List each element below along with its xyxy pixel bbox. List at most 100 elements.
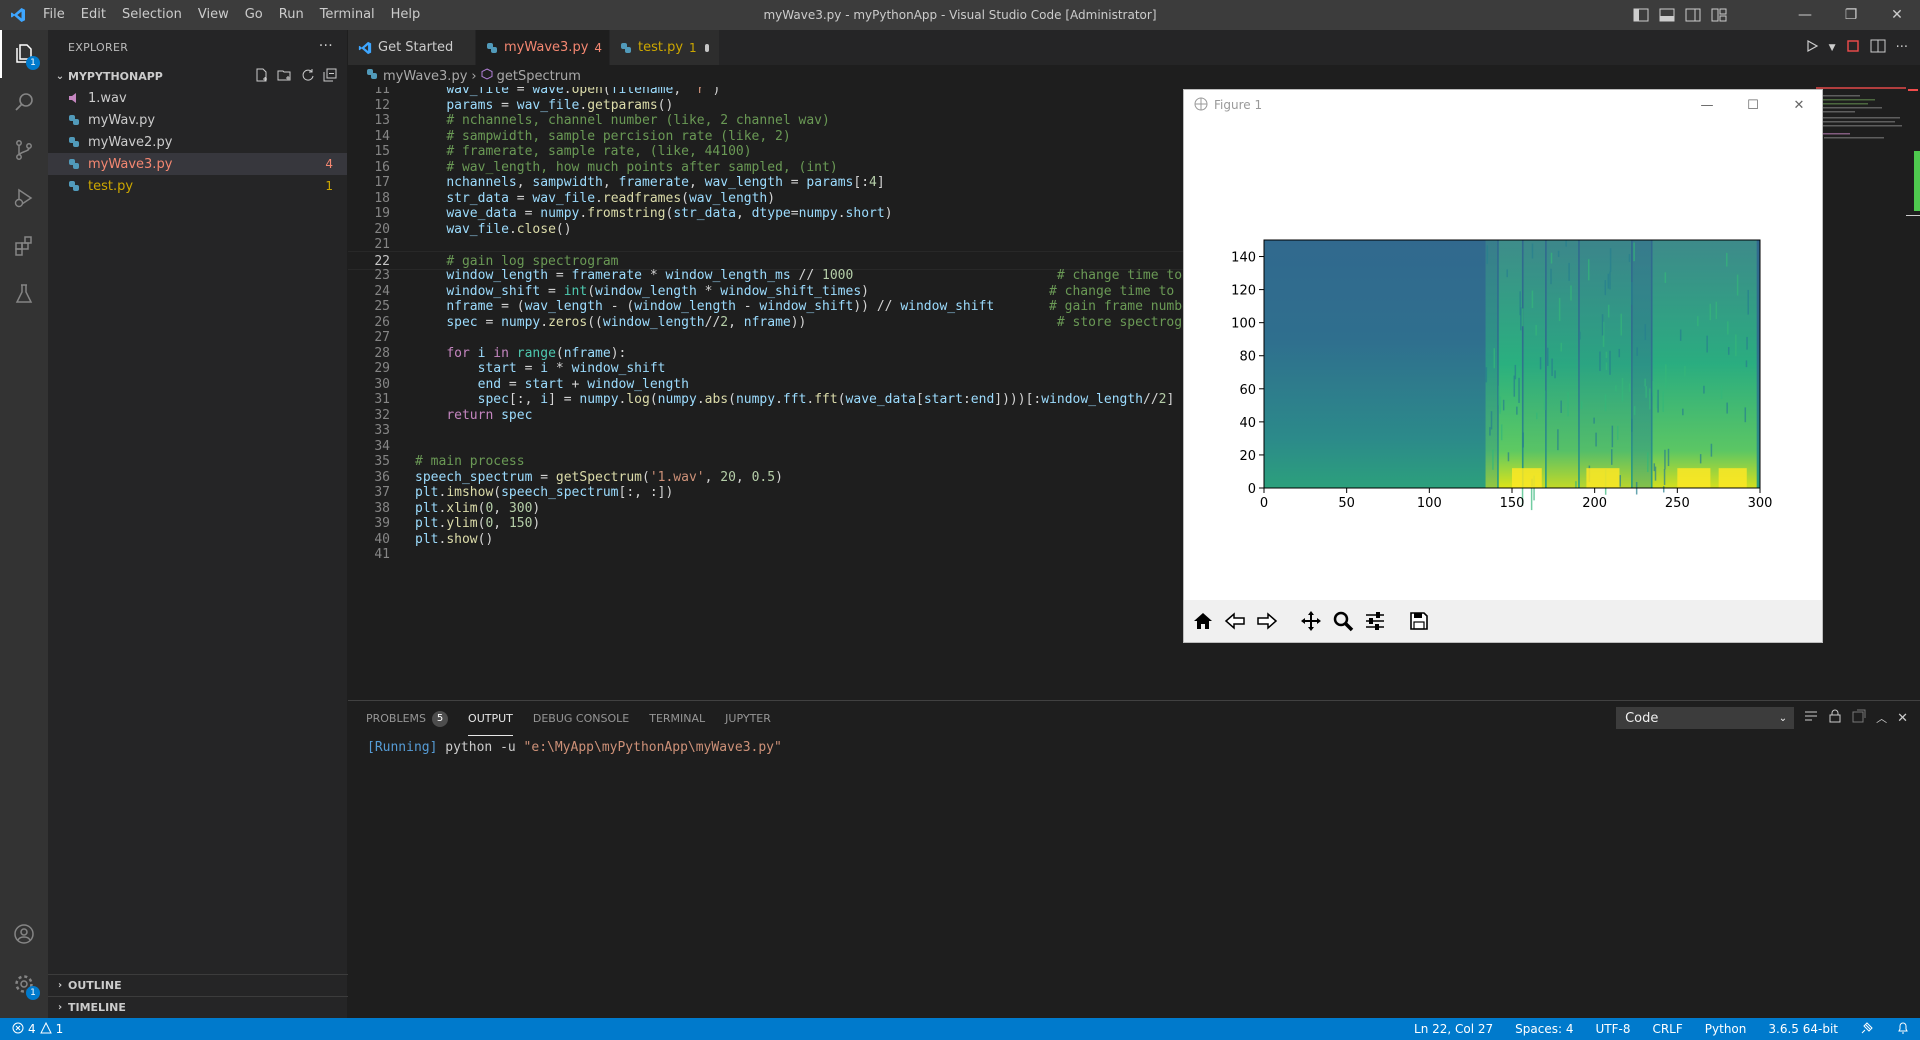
breadcrumb-file[interactable]: myWave3.py: [383, 69, 467, 84]
figure-minimize-icon[interactable]: —: [1684, 90, 1730, 120]
new-file-icon[interactable]: [255, 68, 269, 85]
file-item-mywav[interactable]: myWav.py: [48, 109, 347, 131]
output-channel-select[interactable]: Code ⌄: [1616, 707, 1795, 729]
file-item-1wav[interactable]: 1.wav: [48, 87, 347, 109]
heatmap-energy-peak: [1677, 468, 1711, 488]
run-debug-icon[interactable]: [0, 174, 48, 222]
y-tick-label: 120: [1231, 284, 1256, 299]
menu-file[interactable]: File: [35, 0, 73, 30]
status-right: Ln 22, Col 27 Spaces: 4 UTF-8 CRLF Pytho…: [1414, 1018, 1910, 1040]
file-item-mywave3[interactable]: myWave3.py 4: [48, 153, 347, 175]
tab-terminal[interactable]: TERMINAL: [649, 701, 705, 736]
restore-icon[interactable]: ❐: [1828, 0, 1874, 30]
accounts-icon[interactable]: [0, 910, 48, 958]
zoom-magnifier-icon[interactable]: [1328, 606, 1358, 636]
file-item-mywave2[interactable]: myWave2.py: [48, 131, 347, 153]
maximize-panel-icon[interactable]: ︿: [1876, 710, 1887, 726]
collapse-all-icon[interactable]: [323, 68, 337, 85]
explorer-icon[interactable]: 1: [0, 30, 48, 78]
heatmap-texture: [1647, 452, 1649, 473]
feedback-icon[interactable]: [1860, 1021, 1874, 1038]
explorer-title: EXPLORER: [68, 41, 129, 54]
clear-output-icon[interactable]: [1804, 709, 1818, 727]
customize-layout-icon[interactable]: [1708, 4, 1730, 26]
tab-output[interactable]: OUTPUT: [468, 701, 513, 736]
tab-label: OUTPUT: [468, 711, 513, 725]
open-log-icon[interactable]: [1852, 709, 1866, 727]
menu-terminal[interactable]: Terminal: [312, 0, 383, 30]
pan-move-icon[interactable]: [1296, 606, 1326, 636]
python-interpreter[interactable]: 3.6.5 64-bit: [1768, 1022, 1838, 1036]
menu-edit[interactable]: Edit: [73, 0, 114, 30]
menu-view[interactable]: View: [190, 0, 237, 30]
cursor-position[interactable]: Ln 22, Col 27: [1414, 1022, 1493, 1036]
close-panel-icon[interactable]: ✕: [1897, 711, 1908, 726]
heatmap-texture: [1679, 329, 1682, 341]
refresh-icon[interactable]: [301, 68, 315, 85]
menu-run[interactable]: Run: [271, 0, 312, 30]
figure-close-icon[interactable]: ✕: [1776, 90, 1822, 120]
configure-subplots-icon[interactable]: [1360, 606, 1390, 636]
heatmap-texture: [1684, 365, 1686, 377]
home-icon[interactable]: [1188, 606, 1218, 636]
menu-selection[interactable]: Selection: [114, 0, 190, 30]
more-actions-icon[interactable]: ···: [1896, 40, 1908, 55]
notifications-bell-icon[interactable]: [1896, 1021, 1910, 1038]
save-floppy-icon[interactable]: [1404, 606, 1434, 636]
forward-arrow-icon[interactable]: [1252, 606, 1282, 636]
unsaved-dot-icon[interactable]: [704, 43, 709, 52]
heatmap-texture: [1727, 347, 1730, 355]
extensions-icon[interactable]: [0, 222, 48, 270]
menu-help[interactable]: Help: [383, 0, 429, 30]
tab-debug-console[interactable]: DEBUG CONSOLE: [533, 701, 629, 736]
matplotlib-figure-window[interactable]: Figure 1 — ☐ ✕ 050100150200250300: [1183, 89, 1823, 643]
folder-section[interactable]: ⌄ MYPYTHONAPP: [48, 65, 347, 87]
lock-scroll-icon[interactable]: [1828, 709, 1842, 727]
breadcrumb-symbol[interactable]: getSpectrum: [497, 69, 581, 84]
toggle-panel-icon[interactable]: [1656, 4, 1678, 26]
tab-jupyter[interactable]: JUPYTER: [725, 701, 771, 736]
search-icon[interactable]: [0, 78, 48, 126]
testing-flask-icon[interactable]: [0, 270, 48, 318]
timeline-section[interactable]: › TIMELINE: [48, 996, 348, 1018]
outline-section[interactable]: › OUTLINE: [48, 974, 348, 996]
tab-mywave3[interactable]: myWave3.py 4 ✕: [476, 30, 621, 65]
tab-problems[interactable]: PROBLEMS 5: [366, 701, 449, 736]
minimize-icon[interactable]: —: [1782, 0, 1828, 30]
vscode-tab-icon: [358, 41, 372, 55]
minimap[interactable]: [1816, 87, 1906, 700]
heatmap-texture: [1726, 402, 1728, 414]
tab-get-started[interactable]: Get Started: [348, 30, 476, 65]
split-editor-icon[interactable]: [1870, 39, 1886, 57]
settings-gear-icon[interactable]: 1: [0, 960, 48, 1008]
more-actions-icon[interactable]: ···: [319, 38, 333, 54]
toggle-sidebar-icon[interactable]: [1630, 4, 1652, 26]
heatmap-texture: [1568, 262, 1570, 281]
x-tick-label: 0: [1260, 496, 1268, 511]
heatmap-texture: [1607, 304, 1610, 318]
source-control-icon[interactable]: [0, 126, 48, 174]
end-of-line[interactable]: CRLF: [1652, 1022, 1682, 1036]
problems-status[interactable]: 4 1: [0, 1021, 63, 1037]
close-window-icon[interactable]: ✕: [1874, 0, 1920, 30]
heatmap-texture: [1645, 386, 1647, 398]
run-python-file-icon[interactable]: [1805, 39, 1819, 57]
heatmap-texture: [1492, 449, 1494, 470]
new-folder-icon[interactable]: [277, 68, 293, 85]
file-item-test[interactable]: test.py 1: [48, 175, 347, 197]
heatmap-texture: [1682, 408, 1684, 416]
heatmap-texture: [1490, 411, 1493, 430]
tab-test[interactable]: test.py 1: [610, 30, 720, 65]
figure-maximize-icon[interactable]: ☐: [1730, 90, 1776, 120]
back-arrow-icon[interactable]: [1220, 606, 1250, 636]
indentation[interactable]: Spaces: 4: [1515, 1022, 1573, 1036]
vertical-scrollbar[interactable]: [1906, 87, 1920, 700]
toggle-secondary-sidebar-icon[interactable]: [1682, 4, 1704, 26]
file-encoding[interactable]: UTF-8: [1595, 1022, 1630, 1036]
layout-controls: [1630, 0, 1730, 30]
chevron-down-icon[interactable]: ▼: [1829, 43, 1836, 53]
stop-icon[interactable]: [1846, 39, 1860, 57]
menu-go[interactable]: Go: [237, 0, 271, 30]
language-mode[interactable]: Python: [1705, 1022, 1747, 1036]
heatmap-speech-band: [1523, 240, 1546, 488]
